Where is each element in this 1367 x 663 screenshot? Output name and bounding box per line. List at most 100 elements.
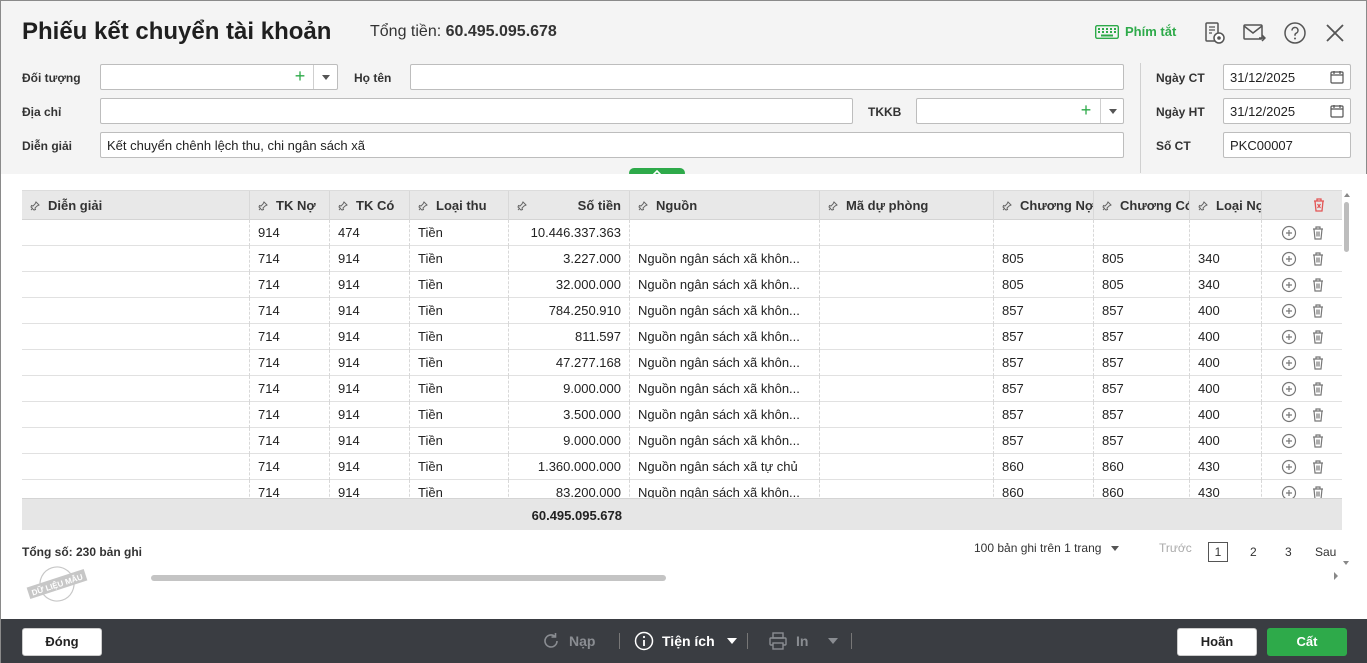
cell-dien-giai[interactable] xyxy=(22,246,250,272)
calendar-icon[interactable] xyxy=(1330,104,1344,118)
utilities-menu-button[interactable]: Tiện ích xyxy=(634,629,737,653)
delete-row-icon[interactable] xyxy=(1310,277,1326,293)
add-row-icon[interactable] xyxy=(1281,407,1297,423)
cell-chuong-co[interactable]: 857 xyxy=(1094,350,1190,376)
scroll-down-icon[interactable] xyxy=(1343,560,1349,566)
page-1-button[interactable]: 1 xyxy=(1208,542,1228,562)
cell-so-tien[interactable]: 3.500.000 xyxy=(509,402,630,428)
cell-ma-du-phong[interactable] xyxy=(820,428,994,454)
cell-tk-no[interactable]: 714 xyxy=(250,376,330,402)
pin-icon[interactable] xyxy=(418,201,428,211)
delete-row-icon[interactable] xyxy=(1310,433,1326,449)
cell-so-tien[interactable]: 1.360.000.000 xyxy=(509,454,630,480)
cell-dien-giai[interactable] xyxy=(22,376,250,402)
cell-chuong-no[interactable]: 805 xyxy=(994,272,1094,298)
cell-chuong-co[interactable]: 805 xyxy=(1094,246,1190,272)
add-row-icon[interactable] xyxy=(1281,355,1297,371)
cell-dien-giai[interactable] xyxy=(22,454,250,480)
cell-loai-thu[interactable]: Tiền xyxy=(410,298,509,324)
cell-chuong-co[interactable]: 857 xyxy=(1094,298,1190,324)
cell-nguon[interactable]: Nguồn ngân sách xã khôn... xyxy=(630,324,820,350)
cell-so-tien[interactable]: 47.277.168 xyxy=(509,350,630,376)
col-chuong-no[interactable]: Chương Nợ xyxy=(994,191,1094,220)
scroll-up-icon[interactable] xyxy=(1344,192,1350,197)
cell-tk-no[interactable]: 714 xyxy=(250,402,330,428)
cell-so-tien[interactable]: 10.446.337.363 xyxy=(509,220,630,246)
cell-nguon[interactable]: Nguồn ngân sách xã khôn... xyxy=(630,298,820,324)
table-row[interactable]: 714 914 Tiền 32.000.000 Nguồn ngân sách xã k… xyxy=(22,272,1342,298)
cell-tk-no[interactable]: 714 xyxy=(250,324,330,350)
cell-loai-thu[interactable]: Tiền xyxy=(410,246,509,272)
col-tk-co[interactable]: TK Có xyxy=(330,191,410,220)
table-row[interactable]: 914 474 Tiền 10.446.337.363 xyxy=(22,220,1342,246)
page-2-button[interactable]: 2 xyxy=(1250,545,1257,559)
cell-so-tien[interactable]: 32.000.000 xyxy=(509,272,630,298)
pin-icon[interactable] xyxy=(638,201,648,211)
dien-giai-input[interactable]: Kết chuyển chênh lệch thu, chi ngân sách… xyxy=(100,132,1124,158)
table-row[interactable]: 714 914 Tiền 3.227.000 Nguồn ngân sách xã kh… xyxy=(22,246,1342,272)
cell-dien-giai[interactable] xyxy=(22,324,250,350)
add-row-icon[interactable] xyxy=(1281,251,1297,267)
cell-tk-no[interactable]: 714 xyxy=(250,246,330,272)
add-row-icon[interactable] xyxy=(1281,329,1297,345)
ngay-ht-datepicker[interactable]: 31/12/2025 xyxy=(1223,98,1351,124)
table-row[interactable]: 714 914 Tiền 1.360.000.000 Nguồn ngân sách x… xyxy=(22,454,1342,480)
cell-tk-co[interactable]: 474 xyxy=(330,220,410,246)
cell-nguon[interactable] xyxy=(630,220,820,246)
cell-ma-du-phong[interactable] xyxy=(820,376,994,402)
cell-tk-no[interactable]: 714 xyxy=(250,428,330,454)
cell-loai-no[interactable]: 340 xyxy=(1190,272,1262,298)
cell-dien-giai[interactable] xyxy=(22,350,250,376)
pin-icon[interactable] xyxy=(828,201,838,211)
pin-icon[interactable] xyxy=(30,201,40,211)
cell-loai-thu[interactable]: Tiền xyxy=(410,272,509,298)
chevron-down-icon[interactable] xyxy=(322,75,330,80)
delete-all-icon[interactable] xyxy=(1311,197,1327,213)
cell-tk-co[interactable]: 914 xyxy=(330,402,410,428)
cell-so-tien[interactable]: 811.597 xyxy=(509,324,630,350)
add-row-icon[interactable] xyxy=(1281,459,1297,475)
cell-chuong-no[interactable]: 857 xyxy=(994,376,1094,402)
cell-so-tien[interactable]: 3.227.000 xyxy=(509,246,630,272)
hotkey-button[interactable]: Phím tắt xyxy=(1095,24,1176,39)
cell-nguon[interactable]: Nguồn ngân sách xã khôn... xyxy=(630,376,820,402)
cell-chuong-co[interactable]: 860 xyxy=(1094,454,1190,480)
cell-so-tien[interactable]: 9.000.000 xyxy=(509,376,630,402)
cell-chuong-co[interactable]: 857 xyxy=(1094,376,1190,402)
col-loai-thu[interactable]: Loại thu xyxy=(410,191,509,220)
cell-tk-no[interactable]: 714 xyxy=(250,350,330,376)
cell-nguon[interactable]: Nguồn ngân sách xã khôn... xyxy=(630,428,820,454)
cell-loai-thu[interactable]: Tiền xyxy=(410,350,509,376)
cell-loai-thu[interactable]: Tiền xyxy=(410,454,509,480)
col-loai-no[interactable]: Loại Nợ xyxy=(1190,191,1262,220)
cell-dien-giai[interactable] xyxy=(22,298,250,324)
prev-page-button[interactable]: Trước xyxy=(1159,541,1192,555)
page-3-button[interactable]: 3 xyxy=(1285,545,1292,559)
ngay-ct-datepicker[interactable]: 31/12/2025 xyxy=(1223,64,1351,90)
cell-loai-no[interactable]: 400 xyxy=(1190,324,1262,350)
so-ct-input[interactable]: PKC00007 xyxy=(1223,132,1351,158)
cell-nguon[interactable]: Nguồn ngân sách xã khôn... xyxy=(630,272,820,298)
ho-ten-input[interactable] xyxy=(410,64,1124,90)
scroll-right-icon[interactable] xyxy=(1333,572,1339,580)
cell-loai-no[interactable]: 400 xyxy=(1190,376,1262,402)
cell-loai-thu[interactable]: Tiền xyxy=(410,220,509,246)
cell-tk-co[interactable]: 914 xyxy=(330,324,410,350)
cell-so-tien[interactable]: 9.000.000 xyxy=(509,428,630,454)
email-send-icon[interactable] xyxy=(1242,21,1266,45)
delete-row-icon[interactable] xyxy=(1310,303,1326,319)
pin-icon[interactable] xyxy=(338,201,348,211)
add-row-icon[interactable] xyxy=(1281,225,1297,241)
chevron-down-icon[interactable] xyxy=(1109,109,1117,114)
col-chuong-co[interactable]: Chương Có xyxy=(1094,191,1190,220)
cell-tk-no[interactable]: 714 xyxy=(250,298,330,324)
calendar-icon[interactable] xyxy=(1330,70,1344,84)
cell-loai-thu[interactable]: Tiền xyxy=(410,376,509,402)
pin-icon[interactable] xyxy=(1198,201,1208,211)
cell-so-tien[interactable]: 784.250.910 xyxy=(509,298,630,324)
cell-dien-giai[interactable] xyxy=(22,220,250,246)
delete-row-icon[interactable] xyxy=(1310,407,1326,423)
view-document-icon[interactable] xyxy=(1202,21,1226,45)
cell-loai-no[interactable]: 340 xyxy=(1190,246,1262,272)
close-button[interactable]: Đóng xyxy=(22,628,102,656)
